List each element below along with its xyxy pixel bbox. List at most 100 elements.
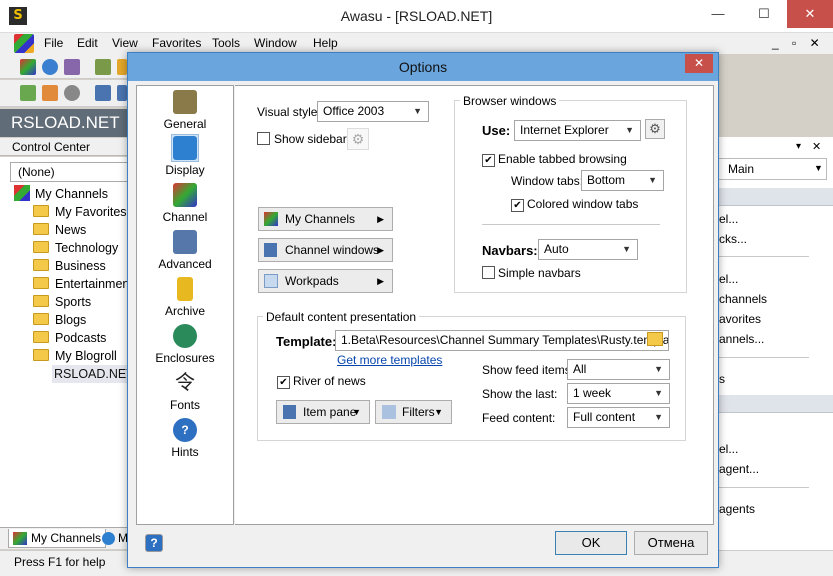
eraser-icon[interactable] (64, 59, 80, 75)
channels-icon[interactable] (20, 59, 36, 75)
right-panel-link[interactable]: el... (719, 272, 738, 286)
maximize-button[interactable]: ☐ (741, 0, 787, 28)
tree-item[interactable]: Blogs (33, 311, 86, 329)
my-channels-button[interactable]: My Channels ▶ (258, 207, 393, 231)
tab-my-channels[interactable]: My Channels (8, 529, 107, 548)
chevron-right-icon: ▶ (377, 214, 384, 224)
pin-icon[interactable]: ▾ (796, 141, 801, 152)
right-panel-link[interactable]: agent... (719, 462, 759, 476)
chevron-down-icon: ▼ (622, 244, 631, 254)
dialog-close-button[interactable]: ✕ (685, 54, 713, 73)
tree-item[interactable]: Business (33, 257, 106, 275)
divider (714, 256, 809, 257)
browser-settings-gear-icon[interactable]: ⚙ (645, 119, 665, 139)
window-icon[interactable] (117, 85, 127, 101)
template-field[interactable]: 1.Beta\Resources\Channel Summary Templat… (335, 330, 669, 351)
tree-item[interactable]: News (33, 221, 86, 239)
visual-style-select[interactable]: Office 2003 ▼ (317, 101, 429, 122)
menu-window[interactable]: Window (254, 36, 297, 50)
close-icon[interactable]: ✕ (812, 140, 821, 153)
refresh-icon[interactable] (117, 59, 127, 75)
channel-windows-button[interactable]: Channel windows ▶ (258, 238, 393, 262)
right-panel-link[interactable]: channels (719, 292, 767, 306)
right-panel-link[interactable]: cks... (719, 232, 747, 246)
tabbed-browsing-checkbox[interactable]: ✔ (482, 152, 495, 167)
navbars-select[interactable]: Auto ▼ (538, 239, 638, 260)
ok-button[interactable]: OK (555, 531, 627, 555)
right-panel-link[interactable]: avorites (719, 312, 761, 326)
browser-select[interactable]: Internet Explorer ▼ (514, 120, 641, 141)
menu-edit[interactable]: Edit (77, 36, 98, 50)
nav-fonts[interactable]: 令 Fonts (137, 371, 233, 412)
tree-item[interactable]: Entertainment (33, 275, 133, 293)
nav-display[interactable]: Display (137, 136, 233, 177)
nav-general[interactable]: General (137, 90, 233, 131)
simple-navbars-checkbox[interactable] (482, 266, 495, 282)
right-panel-dropdown[interactable]: Main ▼ (714, 158, 827, 180)
control-center-tabs: My Channels M (0, 527, 128, 549)
show-sidebar-label: Show sidebar (274, 132, 347, 146)
tree-item-selected[interactable]: RSLOAD.NET (52, 365, 136, 383)
channel-icon[interactable] (14, 34, 34, 53)
control-center-selector[interactable]: (None) (10, 162, 128, 182)
right-panel-link[interactable]: s (719, 372, 725, 386)
nav-hints[interactable]: ? Hints (137, 418, 233, 459)
get-more-templates-link[interactable]: Get more templates (337, 353, 442, 367)
menu-file[interactable]: File (44, 36, 63, 50)
tree-item[interactable]: Podcasts (33, 329, 106, 347)
divider (714, 357, 809, 358)
right-panel-link[interactable]: agents (719, 502, 755, 516)
nav-channel[interactable]: Channel (137, 183, 233, 224)
tree-item[interactable]: Technology (33, 239, 118, 257)
river-of-news-checkbox[interactable]: ✔ (277, 374, 290, 389)
nav-enclosures[interactable]: Enclosures (137, 324, 233, 365)
tree-item-label: Blogs (55, 313, 87, 327)
chevron-down-icon: ▼ (434, 407, 443, 417)
nav-archive[interactable]: Archive (137, 277, 233, 318)
page-icon[interactable] (95, 85, 111, 101)
feed-content-select[interactable]: Full content ▼ (567, 407, 670, 428)
download-icon[interactable] (42, 85, 58, 101)
open-folder-icon[interactable] (647, 332, 663, 346)
workpads-button[interactable]: Workpads ▶ (258, 269, 393, 293)
right-panel-link[interactable]: el... (719, 212, 738, 226)
mdi-controls[interactable]: _ ▫ ✕ (772, 36, 825, 50)
nav-advanced[interactable]: Advanced (137, 230, 233, 271)
chevron-right-icon: ▶ (377, 245, 384, 255)
folder-icon (33, 259, 49, 271)
cancel-button[interactable]: Отмена (634, 531, 708, 555)
menu-tools[interactable]: Tools (212, 36, 240, 50)
tree-item[interactable]: My Favorites (33, 203, 127, 221)
minimize-button[interactable]: — (695, 0, 741, 28)
tree-item[interactable]: Sports (33, 293, 91, 311)
clipboard-icon[interactable] (95, 59, 111, 75)
item-pane-button[interactable]: Item pane ▼ (276, 400, 370, 424)
menu-help[interactable]: Help (313, 36, 338, 50)
tree-item[interactable]: My Blogroll (33, 347, 117, 365)
open-icon[interactable] (20, 85, 36, 101)
close-button[interactable]: ✕ (787, 0, 833, 28)
globe-icon[interactable] (42, 59, 58, 75)
tab-second[interactable]: M (102, 530, 128, 548)
right-panel-link[interactable]: annels... (719, 332, 764, 346)
gear-icon[interactable] (64, 85, 80, 101)
tools-icon (173, 230, 197, 254)
tree-root[interactable]: My Channels (14, 185, 108, 203)
right-panel-link[interactable]: el... (719, 442, 738, 456)
button-label: Workpads (285, 274, 339, 288)
show-feed-items-select[interactable]: All ▼ (567, 359, 670, 380)
globe-tab-icon (102, 532, 115, 545)
menu-favorites[interactable]: Favorites (152, 36, 201, 50)
help-icon[interactable]: ? (145, 534, 163, 552)
navbars-value: Auto (544, 242, 569, 256)
tree-item-label: My Blogroll (55, 349, 117, 363)
menu-view[interactable]: View (112, 36, 138, 50)
channel-banner: RSLOAD.NET (0, 109, 128, 137)
sidebar-settings-gear-icon[interactable]: ⚙ (347, 128, 369, 150)
archive-icon (177, 277, 193, 301)
filters-button[interactable]: Filters ▼ (375, 400, 452, 424)
colored-tabs-checkbox[interactable]: ✔ (511, 197, 524, 212)
show-last-select[interactable]: 1 week ▼ (567, 383, 670, 404)
show-sidebar-checkbox[interactable] (257, 132, 270, 148)
window-tabs-select[interactable]: Bottom ▼ (581, 170, 664, 191)
